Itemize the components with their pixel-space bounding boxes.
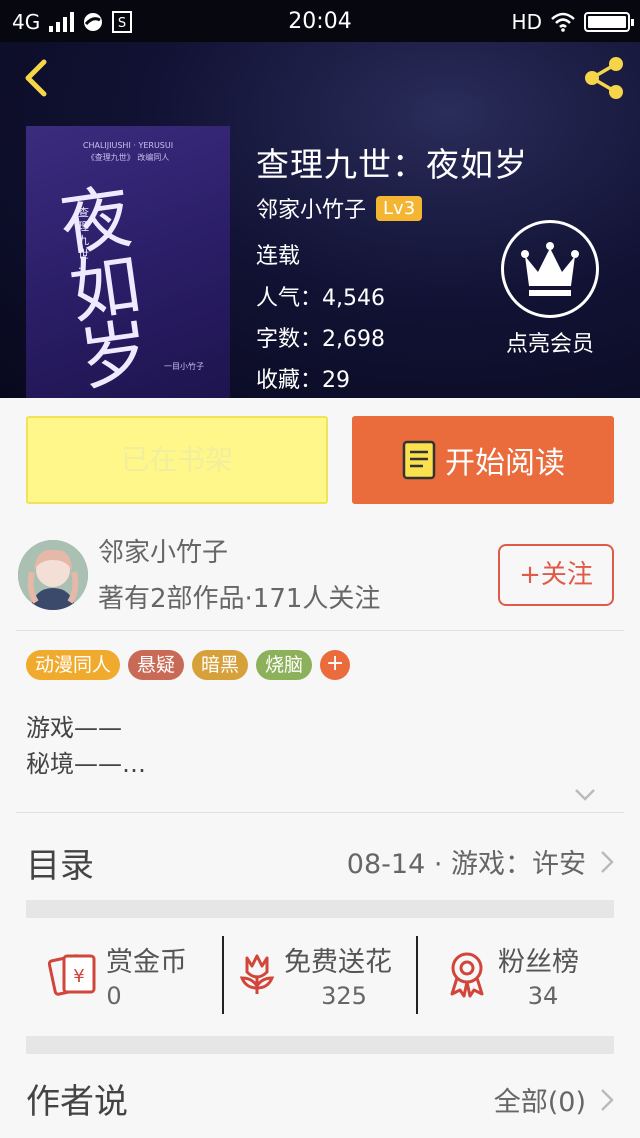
battery-icon [584, 12, 634, 32]
start-reading-button[interactable]: 开始阅读 [352, 416, 614, 504]
author-avatar[interactable] [18, 540, 88, 610]
author-says-label: 作者说 [26, 1082, 128, 1122]
add-tag-button[interactable]: + [320, 650, 351, 680]
author-says-all: 全部(0) [493, 1087, 586, 1118]
divider [16, 630, 624, 631]
author-card[interactable]: 邻家小竹子 著有2部作品·171人关注 +关注 [0, 524, 640, 630]
word-count-value: 2,698 [322, 327, 385, 352]
cover-author: 一目小竹子 [164, 362, 204, 371]
stat-label: 免费送花 [284, 947, 392, 978]
tag-pill[interactable]: 暗黑 [192, 650, 249, 680]
popularity: 人气：4,546 [256, 286, 385, 311]
latest-chapter: 08-14 · 游戏：许安 [346, 849, 586, 880]
tag-pill[interactable]: 悬疑 [128, 650, 185, 680]
book-title: 查理九世：夜如岁 [256, 145, 528, 184]
author-stats: 著有2部作品·171人关注 [98, 584, 381, 614]
book-detail-body: 已在书架 开始阅读 邻家小竹子 著有2部作品·171人关注 +关注 动漫同人 悬疑… [0, 398, 640, 1138]
book-icon [402, 440, 436, 480]
chevron-right-icon [601, 1089, 614, 1111]
popularity-value: 4,546 [322, 286, 385, 311]
favorites: 收藏：29 [256, 368, 351, 393]
book-author[interactable]: 邻家小竹子 [256, 192, 366, 224]
author-name: 邻家小竹子 [98, 538, 229, 568]
member-button[interactable]: 点亮会员 [500, 220, 600, 358]
intro-line: 游戏—— [26, 714, 122, 742]
tag-pill[interactable]: 烧脑 [256, 650, 313, 680]
intro-line: 秘境——… [26, 750, 146, 778]
medal-icon [450, 952, 484, 998]
hd-indicator: HD [511, 10, 542, 34]
table-of-contents-row[interactable]: 目录 08-14 · 游戏：许安 [26, 838, 614, 896]
crown-icon [521, 242, 579, 296]
wifi-icon [551, 12, 575, 32]
book-intro[interactable]: 游戏—— 秘境——… [26, 710, 146, 782]
stat-value: 34 [527, 982, 559, 1010]
support-stats: ¥ 赏金币 0 免费送花 325 粉丝榜 34 [26, 930, 614, 1018]
stat-label: 粉丝榜 [498, 947, 579, 978]
avatar-image [18, 540, 88, 610]
word-count: 字数：2,698 [256, 327, 385, 352]
back-button[interactable] [16, 56, 56, 100]
reward-coin-stat[interactable]: ¥ 赏金币 0 [26, 934, 222, 1016]
free-flower-stat[interactable]: 免费送花 325 [224, 934, 420, 1016]
chevron-right-icon [601, 851, 614, 873]
book-cover[interactable]: CHALIJIUSHI · YERUSUI 《查理九世》 改编同人 ·查理九世·… [26, 126, 230, 398]
status-bar: 4G S 20:04 HD [0, 0, 640, 42]
serial-status: 连载 [256, 244, 301, 269]
tag-pill[interactable]: 动漫同人 [26, 650, 121, 680]
divider [16, 812, 624, 813]
cover-subtitle: 《查理九世》 改编同人 [86, 153, 170, 162]
stat-label: 赏金币 [106, 947, 187, 978]
fan-ranking-stat[interactable]: 粉丝榜 34 [418, 934, 614, 1016]
tag-list: 动漫同人 悬疑 暗黑 烧脑 + [26, 650, 351, 680]
share-button[interactable] [580, 54, 628, 102]
stat-value: 325 [321, 982, 367, 1010]
start-reading-label: 开始阅读 [445, 446, 565, 481]
follow-button[interactable]: +关注 [498, 544, 614, 606]
toc-label: 目录 [26, 846, 94, 886]
author-says-row[interactable]: 作者说 全部(0) [26, 1074, 614, 1124]
stat-value: 0 [106, 982, 122, 1010]
svg-text:¥: ¥ [73, 966, 84, 987]
cover-pinyin: CHALIJIUSHI · YERUSUI [82, 141, 174, 150]
level-badge: Lv3 [376, 195, 423, 221]
member-label: 点亮会员 [505, 332, 594, 357]
in-bookshelf-button[interactable]: 已在书架 [26, 416, 328, 504]
book-header: CHALIJIUSHI · YERUSUI 《查理九世》 改编同人 ·查理九世·… [0, 42, 640, 398]
section-separator [26, 900, 614, 918]
flower-icon [239, 954, 275, 994]
section-separator [26, 1036, 614, 1054]
expand-chevron-icon[interactable] [574, 788, 596, 802]
favorites-value: 29 [322, 368, 351, 393]
